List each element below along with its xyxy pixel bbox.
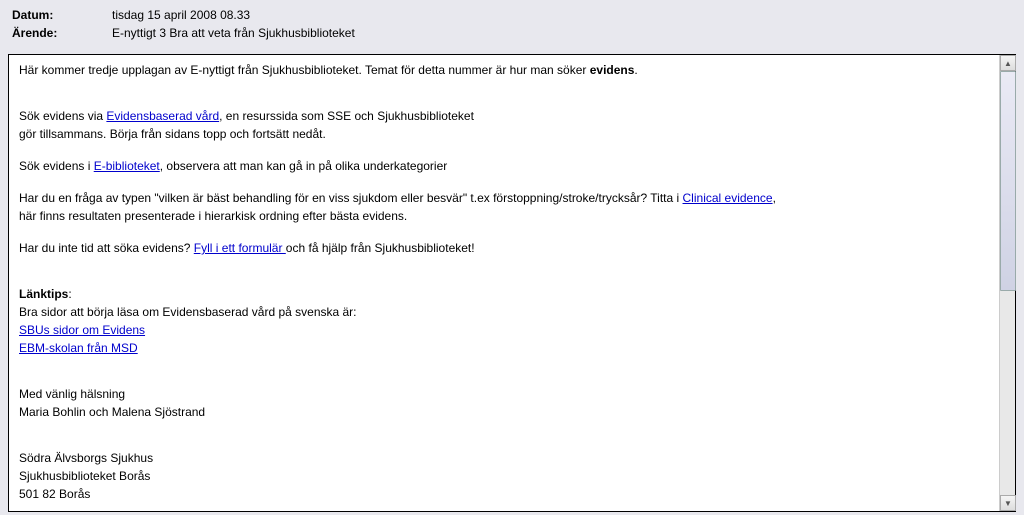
p5-post: och få hjälp från Sjukhusbiblioteket! (286, 241, 475, 255)
p3-pre: Sök evidens i (19, 159, 94, 173)
link-ebm[interactable]: EBM-skolan från MSD (19, 341, 138, 355)
linktips-intro: Bra sidor att börja läsa om Evidensbaser… (19, 303, 989, 321)
link-clinical-evidence[interactable]: Clinical evidence (683, 191, 773, 205)
link-evidensbaserad-vard[interactable]: Evidensbaserad vård (106, 109, 219, 123)
link-sbu[interactable]: SBUs sidor om Evidens (19, 323, 145, 337)
address-line3: 501 82 Borås (19, 485, 989, 503)
spacer (19, 271, 989, 285)
header-row-datum: Datum: tisdag 15 april 2008 08.33 (12, 8, 1012, 22)
spacer (19, 435, 989, 449)
p2-pre: Sök evidens via (19, 109, 106, 123)
intro-paragraph: Här kommer tredje upplagan av E-nyttigt … (19, 61, 989, 79)
link-ebm-row: EBM-skolan från MSD (19, 339, 989, 357)
scroll-down-button[interactable]: ▼ (1000, 495, 1016, 511)
address-line1: Södra Älvsborgs Sjukhus (19, 449, 989, 467)
p4-line2: här finns resultaten presenterade i hier… (19, 207, 989, 225)
address-line2: Sjukhusbiblioteket Borås (19, 467, 989, 485)
datum-label: Datum: (12, 8, 112, 22)
link-fyll-formular[interactable]: Fyll i ett formulär (194, 241, 286, 255)
p2-line2: gör tillsammans. Börja från sidans topp … (19, 125, 989, 143)
arende-value: E-nyttigt 3 Bra att veta från Sjukhusbib… (112, 26, 355, 40)
scrollbar-thumb[interactable] (1000, 71, 1016, 291)
signature-names: Maria Bohlin och Malena Sjöstrand (19, 403, 989, 421)
link-e-biblioteket[interactable]: E-biblioteket (94, 159, 160, 173)
spacer (19, 93, 989, 107)
linktips-colon: : (68, 287, 71, 301)
p4-line1: Har du en fråga av typen "vilken är bäst… (19, 189, 989, 207)
linktips-label: Länktips (19, 287, 68, 301)
signature-greeting: Med vänlig hälsning (19, 385, 989, 403)
p4-post: , (773, 191, 776, 205)
datum-value: tisdag 15 april 2008 08.33 (112, 8, 250, 22)
intro-bold-word: evidens (590, 63, 635, 77)
p5-pre: Har du inte tid att söka evidens? (19, 241, 194, 255)
p2-post1: , en resurssida som SSE och Sjukhusbibli… (219, 109, 474, 123)
linktips-heading: Länktips: (19, 285, 989, 303)
email-body-container: Här kommer tredje upplagan av E-nyttigt … (8, 54, 1016, 512)
scroll-up-button[interactable]: ▲ (1000, 55, 1016, 71)
p3: Sök evidens i E-biblioteket, observera a… (19, 157, 989, 175)
header-row-arende: Ärende: E-nyttigt 3 Bra att veta från Sj… (12, 26, 1012, 40)
p4-pre: Har du en fråga av typen "vilken är bäst… (19, 191, 683, 205)
p2-line1: Sök evidens via Evidensbaserad vård, en … (19, 107, 989, 125)
intro-text-post: . (634, 63, 637, 77)
email-body: Här kommer tredje upplagan av E-nyttigt … (9, 55, 999, 511)
p3-post: , observera att man kan gå in på olika u… (160, 159, 448, 173)
arende-label: Ärende: (12, 26, 112, 40)
intro-text-pre: Här kommer tredje upplagan av E-nyttigt … (19, 63, 590, 77)
spacer (19, 371, 989, 385)
p5: Har du inte tid att söka evidens? Fyll i… (19, 239, 989, 257)
vertical-scrollbar[interactable]: ▲ ▼ (999, 55, 1015, 511)
email-header: Datum: tisdag 15 april 2008 08.33 Ärende… (0, 0, 1024, 54)
link-sbu-row: SBUs sidor om Evidens (19, 321, 989, 339)
